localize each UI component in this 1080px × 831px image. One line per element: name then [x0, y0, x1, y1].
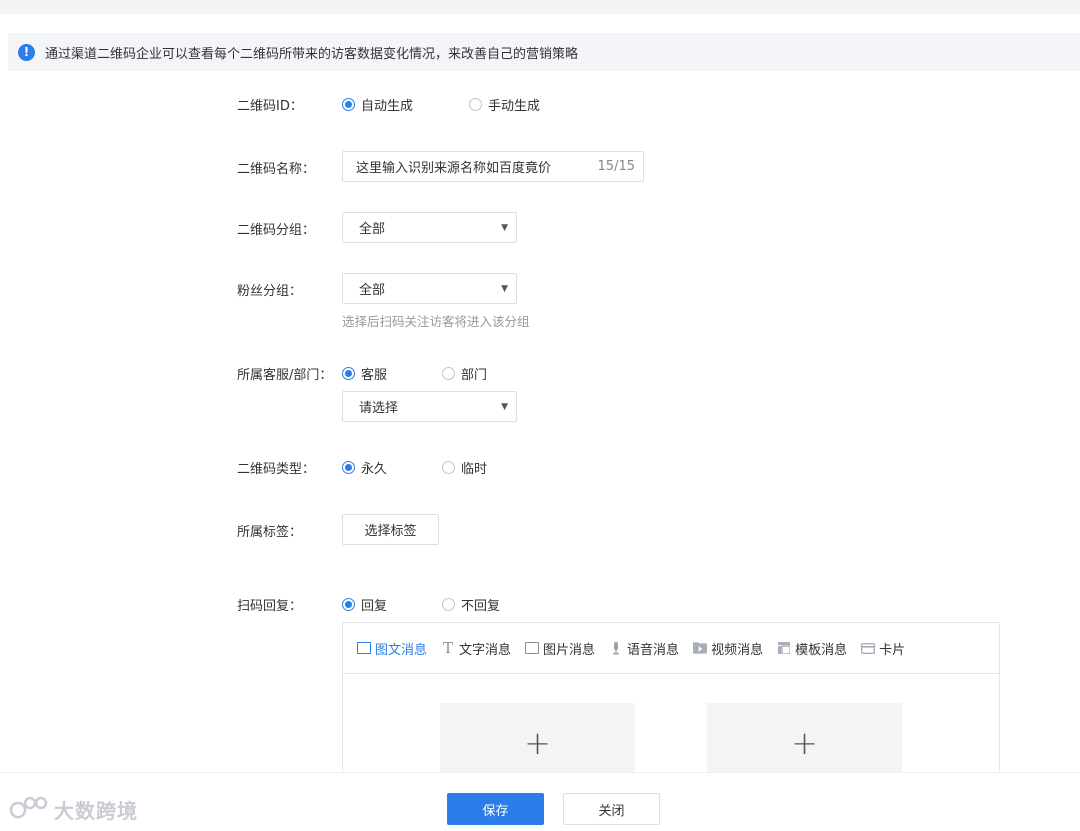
radio-dot — [442, 461, 455, 474]
tab-text[interactable]: T 文字消息 — [441, 639, 511, 658]
info-icon: ! — [18, 43, 35, 61]
tab-label: 视频消息 — [711, 642, 764, 658]
tab-label: 图片消息 — [543, 642, 596, 658]
radio-dot — [469, 98, 482, 111]
save-button[interactable]: 保存 — [447, 793, 544, 825]
radio-dot-selected — [342, 461, 355, 474]
radio-permanent[interactable]: 永久 — [342, 458, 387, 477]
watermark-text: 大数跨境 — [54, 798, 138, 823]
news-icon — [357, 642, 371, 654]
radio-manual-generate[interactable]: 手动生成 — [469, 95, 540, 114]
radio-label: 回复 — [361, 599, 388, 614]
card-icon — [861, 642, 876, 654]
tab-card[interactable]: 卡片 — [861, 639, 905, 658]
radio-dot — [442, 598, 455, 611]
template-icon — [777, 642, 791, 654]
fan-group-hint: 选择后扫码关注访客将进入该分组 — [342, 314, 530, 329]
watermark: 大数跨境 — [8, 794, 138, 824]
radio-label: 不回复 — [461, 599, 501, 614]
message-type-tabs: 图文消息 T 文字消息 图片消息 语音消息 视频消息 模板消息 卡片 — [343, 623, 999, 674]
add-news-tile[interactable]: + — [440, 703, 635, 783]
reply-label: 扫码回复： — [237, 599, 303, 614]
radio-dot — [442, 367, 455, 380]
voice-icon — [609, 641, 623, 654]
caret-down-icon: ▼ — [501, 401, 508, 412]
notice-bar: ! 通过渠道二维码企业可以查看每个二维码所带来的访客数据变化情况，来改善自己的营… — [8, 33, 1080, 71]
qr-id-label: 二维码ID： — [237, 99, 303, 114]
reply-editor: 图文消息 T 文字消息 图片消息 语音消息 视频消息 模板消息 卡片 + + — [342, 622, 1000, 783]
tab-voice[interactable]: 语音消息 — [609, 639, 679, 658]
qr-name-value: 这里输入识别来源名称如百度竟价 — [356, 161, 552, 176]
top-strip — [0, 0, 1080, 14]
radio-label: 永久 — [361, 462, 388, 477]
plus-icon: + — [791, 724, 818, 762]
image-icon — [525, 642, 540, 654]
select-tags-button[interactable]: 选择标签 — [342, 514, 439, 545]
radio-dot-selected — [342, 598, 355, 611]
tab-label: 语音消息 — [627, 642, 680, 658]
tab-video[interactable]: 视频消息 — [693, 639, 763, 658]
radio-label: 手动生成 — [488, 99, 541, 114]
tab-image[interactable]: 图片消息 — [525, 639, 595, 658]
watermark-logo-icon — [9, 796, 48, 819]
fan-group-select[interactable]: 全部 ▼ — [342, 273, 517, 304]
video-icon — [693, 642, 708, 654]
close-button[interactable]: 关闭 — [563, 793, 660, 825]
radio-label: 自动生成 — [361, 99, 414, 114]
radio-dot-selected — [342, 367, 355, 380]
radio-label: 临时 — [461, 462, 488, 477]
char-counter: 15/15 — [597, 159, 635, 174]
radio-label: 部门 — [461, 368, 488, 383]
radio-service[interactable]: 客服 — [342, 364, 387, 383]
qr-group-label: 二维码分组： — [237, 223, 316, 238]
add-news-tile[interactable]: + — [707, 703, 902, 783]
service-select[interactable]: 请选择 ▼ — [342, 391, 517, 422]
tags-label: 所属标签： — [237, 525, 303, 540]
tab-news[interactable]: 图文消息 — [357, 639, 427, 658]
radio-department[interactable]: 部门 — [442, 364, 487, 383]
tab-template[interactable]: 模板消息 — [777, 639, 847, 658]
caret-down-icon: ▼ — [501, 283, 508, 294]
service-select-value: 请选择 — [359, 401, 399, 416]
radio-label: 客服 — [361, 368, 388, 383]
notice-text: 通过渠道二维码企业可以查看每个二维码所带来的访客数据变化情况，来改善自己的营销策… — [45, 46, 579, 62]
plus-icon: + — [524, 724, 551, 762]
fan-group-value: 全部 — [359, 283, 386, 298]
radio-reply[interactable]: 回复 — [342, 595, 387, 614]
tab-label: 图文消息 — [375, 642, 428, 658]
radio-auto-generate[interactable]: 自动生成 — [342, 95, 413, 114]
radio-temporary[interactable]: 临时 — [442, 458, 487, 477]
tab-label: 模板消息 — [795, 642, 848, 658]
qr-group-select[interactable]: 全部 ▼ — [342, 212, 517, 243]
qr-name-label: 二维码名称： — [237, 162, 316, 177]
fan-group-label: 粉丝分组： — [237, 284, 303, 299]
qr-type-label: 二维码类型： — [237, 462, 316, 477]
radio-dot-selected — [342, 98, 355, 111]
caret-down-icon: ▼ — [501, 222, 508, 233]
radio-no-reply[interactable]: 不回复 — [442, 595, 500, 614]
text-icon: T — [443, 639, 454, 657]
tab-label: 文字消息 — [459, 642, 512, 658]
qr-group-value: 全部 — [359, 222, 386, 237]
qr-name-input[interactable]: 这里输入识别来源名称如百度竟价 15/15 — [342, 151, 644, 182]
service-label: 所属客服/部门： — [237, 368, 333, 383]
tab-label: 卡片 — [879, 642, 906, 658]
